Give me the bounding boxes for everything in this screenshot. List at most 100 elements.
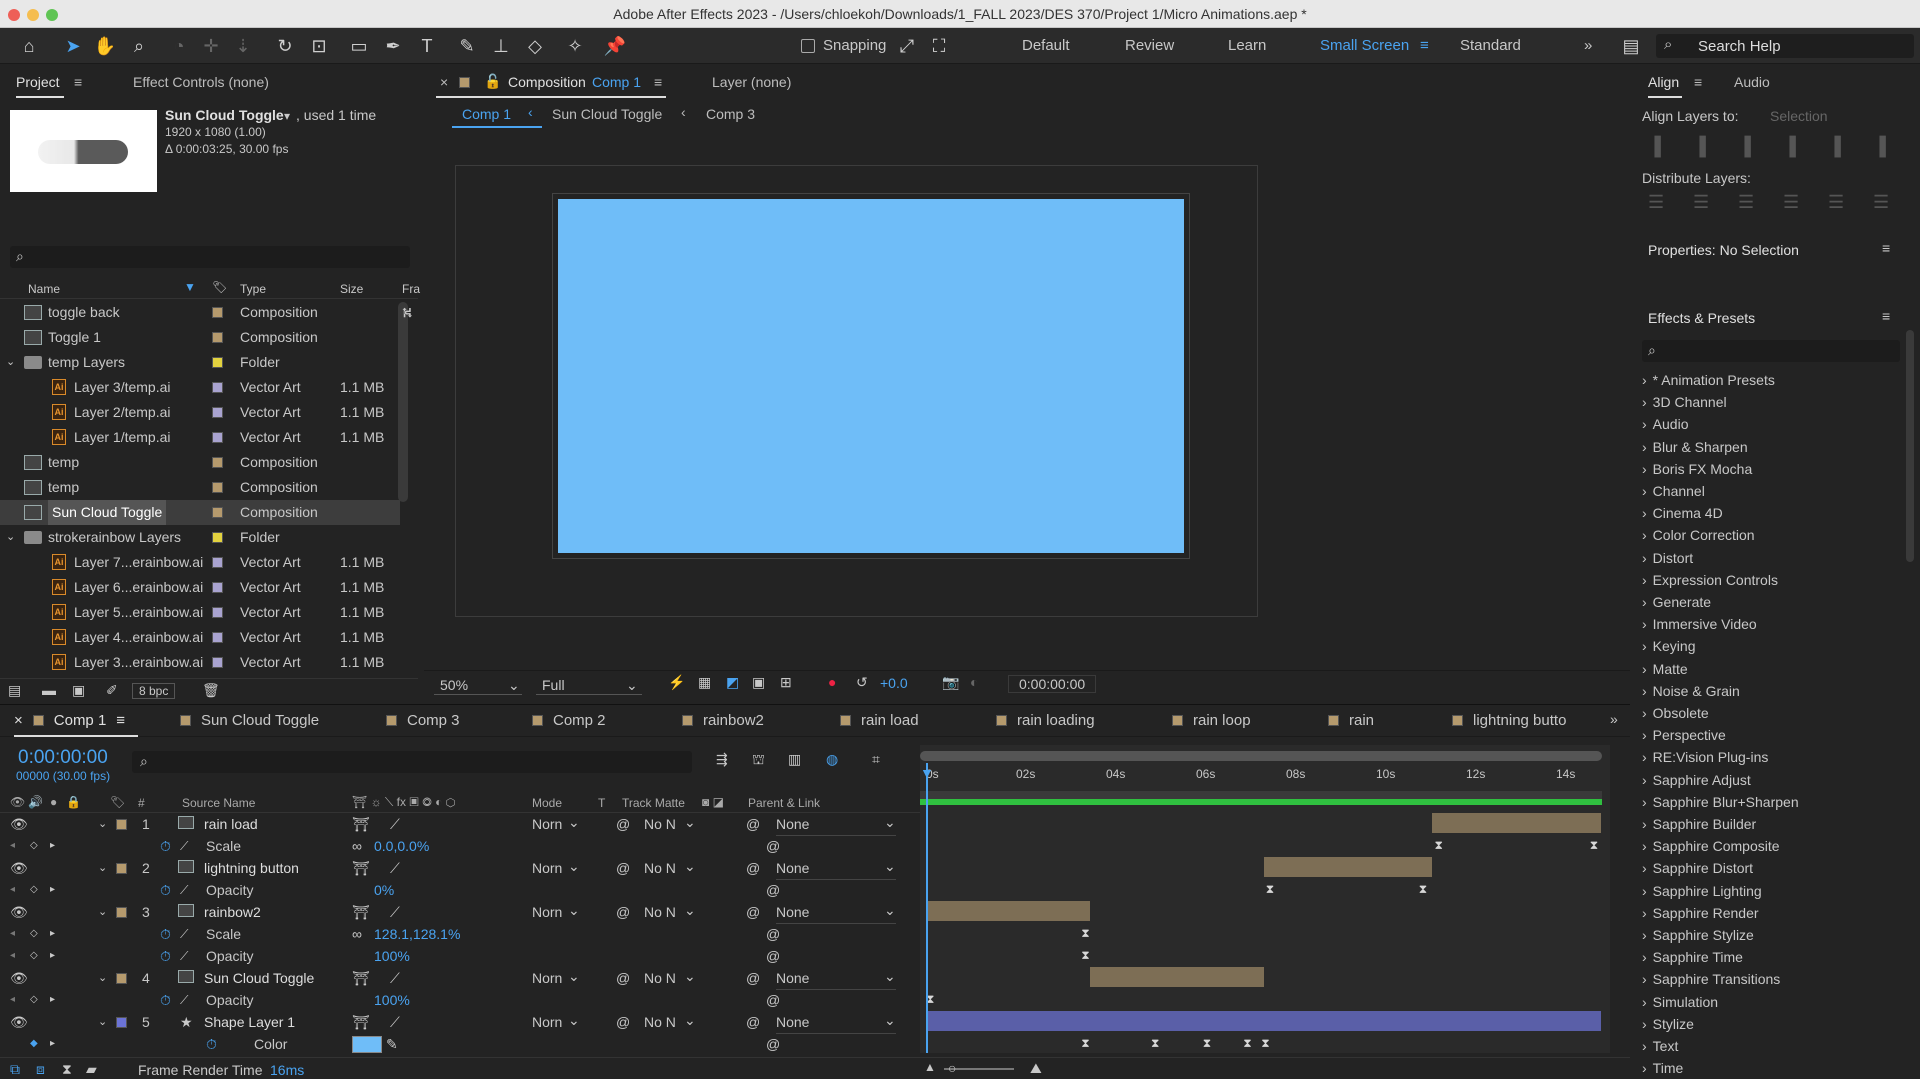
layer-row[interactable]: 👁 ⌄ 3 rainbow2 ⛩ ⟋ Norn ⌄ @ No N ⌄ @ None ⌄ xyxy=(0,901,920,924)
label-swatch[interactable] xyxy=(212,332,223,343)
timeline-search-input[interactable]: ⌕ xyxy=(132,751,692,773)
pick-whip-icon[interactable]: @ xyxy=(766,879,780,901)
pan-behind-tool-icon[interactable]: ⊡ xyxy=(306,34,332,58)
comp-tab-name[interactable]: Comp 1 xyxy=(592,74,641,90)
effect-category[interactable]: › Color Correction xyxy=(1642,524,1755,546)
workspace-small-screen[interactable]: Small Screen xyxy=(1320,37,1409,54)
parent-pickwhip-icon[interactable]: @ xyxy=(746,901,760,923)
align-top-icon[interactable]: ▐ xyxy=(1783,136,1796,157)
matte-source-icon[interactable]: @ xyxy=(616,901,630,923)
keyframe-add-icon[interactable]: ◆ xyxy=(30,1033,38,1055)
parent-pickwhip-icon[interactable]: @ xyxy=(746,857,760,879)
graph-icon[interactable]: ⟋ xyxy=(180,835,188,857)
keyframe-add-icon[interactable]: ◇ xyxy=(30,835,38,857)
interpret-footage-icon[interactable]: ▤ xyxy=(8,682,21,699)
dist-left-icon[interactable]: ☰ xyxy=(1783,192,1799,213)
label-column-icon[interactable]: 🏷 xyxy=(110,795,125,809)
show-snapshot-icon[interactable]: ◐ xyxy=(970,674,978,690)
orbit-tool-icon[interactable]: ◔ xyxy=(166,34,192,58)
snapping-checkbox[interactable] xyxy=(801,39,815,53)
lock-column-icon[interactable]: 🔒 xyxy=(66,795,81,809)
label-swatch[interactable] xyxy=(212,407,223,418)
effect-category[interactable]: › Boris FX Mocha xyxy=(1642,458,1752,480)
layer-name[interactable]: lightning button xyxy=(204,857,299,879)
project-item[interactable]: Sun Cloud Toggle Composition xyxy=(0,500,400,525)
track-matte-dropdown[interactable]: No N xyxy=(644,857,676,879)
frame-blending-icon[interactable]: ◍ xyxy=(826,751,838,768)
effect-category[interactable]: › Sapphire Distort xyxy=(1642,857,1753,879)
label-swatch[interactable] xyxy=(212,532,223,543)
keyframe-nav-right-icon[interactable]: ▸ xyxy=(50,1033,55,1055)
pen-tool-icon[interactable]: ✒ xyxy=(380,34,406,58)
effect-category[interactable]: › Sapphire Adjust xyxy=(1642,769,1751,791)
constrain-link-icon[interactable]: ∞ xyxy=(352,835,362,857)
tab-align[interactable]: Align xyxy=(1648,74,1679,90)
keyframe-icon[interactable]: ⧗ xyxy=(1590,838,1598,853)
keyframe-add-icon[interactable]: ◇ xyxy=(30,923,38,945)
effect-category[interactable]: › Sapphire Time xyxy=(1642,946,1743,968)
lock-icon[interactable]: 🔓 xyxy=(484,73,501,90)
playhead-line[interactable] xyxy=(926,763,928,1053)
visibility-eye-icon[interactable]: 👁 xyxy=(10,813,28,835)
project-item[interactable]: Ai Layer 6...erainbow.ai Vector Art 1.1 MB xyxy=(0,575,400,600)
property-value[interactable]: 100% xyxy=(374,989,410,1011)
project-item[interactable]: Ai Layer 3/temp.ai Vector Art 1.1 MB xyxy=(0,375,400,400)
layer-label-swatch[interactable] xyxy=(116,863,127,874)
align-bottom-icon[interactable]: ▐ xyxy=(1873,136,1886,157)
panel-layout-icon[interactable]: ▤ xyxy=(1618,34,1644,58)
quality-switch-icon[interactable]: ⟋ xyxy=(390,901,400,923)
pan-tool-icon[interactable]: ✛ xyxy=(198,34,224,58)
blend-mode-dropdown[interactable]: Norn xyxy=(532,1011,562,1033)
hand-tool-icon[interactable]: ✋ xyxy=(92,34,118,58)
close-tab-icon[interactable]: × xyxy=(440,74,448,90)
project-item[interactable]: Ai Layer 5...erainbow.ai Vector Art 1.1 MB xyxy=(0,600,400,625)
project-item[interactable]: Ai Layer 3...erainbow.ai Vector Art 1.1 MB xyxy=(0,650,400,675)
project-item[interactable]: Ai Layer 4...erainbow.ai Vector Art 1.1 MB xyxy=(0,625,400,650)
project-item[interactable]: Ai Layer 2/temp.ai Vector Art 1.1 MB xyxy=(0,400,400,425)
tab-rain[interactable]: rain xyxy=(1328,712,1374,732)
dropdown-arrow-icon[interactable]: ▾ xyxy=(284,109,290,123)
dist-bottom-icon[interactable]: ☰ xyxy=(1738,192,1754,213)
blend-mode-dropdown[interactable]: Norn xyxy=(532,813,562,835)
effect-category[interactable]: › Keying xyxy=(1642,635,1695,657)
effect-category[interactable]: › * Animation Presets xyxy=(1642,369,1775,391)
effect-category[interactable]: › Generate xyxy=(1642,591,1711,613)
graph-icon[interactable]: ⟋ xyxy=(180,989,188,1011)
dist-right-icon[interactable]: ☰ xyxy=(1873,192,1889,213)
layer-name[interactable]: rainbow2 xyxy=(204,901,261,923)
parent-dropdown[interactable]: None xyxy=(776,901,896,924)
quality-switch-icon[interactable]: ⟋ xyxy=(390,813,400,835)
trash-icon[interactable]: 🗑 xyxy=(202,682,220,699)
effect-category[interactable]: › Distort xyxy=(1642,547,1693,569)
rectangle-tool-icon[interactable]: ▭ xyxy=(346,34,372,58)
stopwatch-icon[interactable]: ⏱ xyxy=(160,945,171,967)
effect-category[interactable]: › Sapphire Stylize xyxy=(1642,924,1754,946)
effect-category[interactable]: › Sapphire Lighting xyxy=(1642,880,1762,902)
folder-expand-icon[interactable]: ⌄ xyxy=(6,350,15,375)
keyframe-nav-right-icon[interactable]: ▸ xyxy=(50,945,55,967)
fast-preview-icon[interactable]: ⚡ xyxy=(668,674,685,691)
stopwatch-icon[interactable]: ⏱ xyxy=(160,835,171,857)
align-center-h-icon[interactable]: ▐ xyxy=(1693,136,1706,157)
exposure-value[interactable]: +0.0 xyxy=(880,675,908,691)
parent-pickwhip-icon[interactable]: @ xyxy=(746,1011,760,1033)
blend-mode-dropdown[interactable]: Norn xyxy=(532,857,562,879)
keyframe-add-icon[interactable]: ◇ xyxy=(30,879,38,901)
column-mode[interactable]: Mode xyxy=(532,796,562,810)
effect-category[interactable]: › RE:Vision Plug-ins xyxy=(1642,746,1768,768)
graph-icon[interactable]: ⟋ xyxy=(180,945,188,967)
label-swatch[interactable] xyxy=(212,382,223,393)
properties-menu-icon[interactable]: ≡ xyxy=(1882,240,1890,256)
selection-tool-icon[interactable]: ➤ xyxy=(60,34,86,58)
timeline-timecode[interactable]: 0:00:00:00 xyxy=(18,747,108,769)
column-source-name[interactable]: Source Name xyxy=(182,796,255,810)
work-area-bar[interactable] xyxy=(920,751,1602,761)
layer-row[interactable]: 👁 ⌄ 1 rain load ⛩ ⟋ Norn ⌄ @ No N ⌄ @ None ⌄ xyxy=(0,813,920,836)
layer-name[interactable]: rain load xyxy=(204,813,258,835)
column-type[interactable]: Type xyxy=(240,282,266,296)
keyframe-nav-right-icon[interactable]: ▸ xyxy=(50,879,55,901)
zoom-out-icon[interactable]: ▲ xyxy=(924,1060,936,1074)
tab-effect-controls[interactable]: Effect Controls (none) xyxy=(133,74,269,90)
more-tabs-icon[interactable]: » xyxy=(1610,711,1618,727)
column-name[interactable]: Name xyxy=(28,282,60,296)
